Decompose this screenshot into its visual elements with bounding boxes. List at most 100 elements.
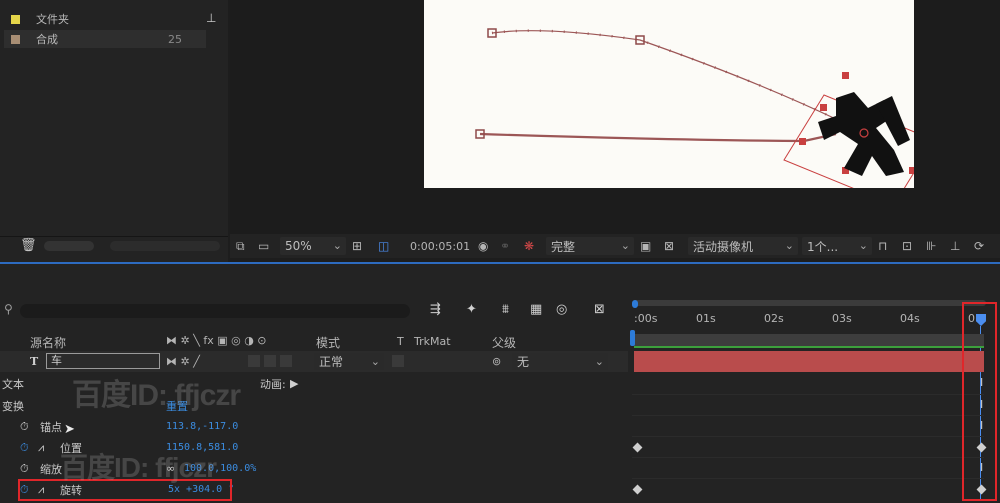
camera-dropdown[interactable]: 活动摄像机 ⌄ [688,237,798,255]
camera-value: 活动摄像机 [693,239,754,254]
camera-snapshot-icon[interactable]: ◉ [478,234,488,258]
switches-header-icons: ⧓ ✲ ╲ fx ▣ ◎ ◑ ⊙ [166,334,267,347]
project-item-label: 文件夹 [36,13,69,26]
blend-mode-dropdown[interactable]: 正常 ⌄ [314,353,384,370]
preview-icon[interactable]: ⧉ [236,234,245,258]
project-item-comp[interactable]: 合成 25 [4,30,206,48]
resolution-dropdown[interactable]: 完整 ⌄ [546,237,634,255]
zoom-value: 50% [285,239,312,253]
mask-toggle-icon[interactable]: ◫ [378,234,389,258]
graph-editor-icon[interactable]: ⊠ [594,302,605,317]
layer-column-header: 源名称 ⧓ ✲ ╲ fx ▣ ◎ ◑ ⊙ 模式 T TrkMat 父级 [0,333,628,352]
zoom-dropdown[interactable]: 50% ⌄ [280,237,346,255]
reset-exposure-icon[interactable]: ⊓ [878,234,887,258]
parent-header[interactable]: 父级 [492,334,516,351]
highlight-box-playhead [962,302,997,501]
track-divider [632,394,984,395]
preserve-transparency-header: T [397,335,404,348]
project-panel: 文件夹 ⊥ 合成 25 🗑 [0,0,228,262]
transparency-grid-icon[interactable]: ⊠ [664,234,674,258]
draft-3d-icon[interactable]: ✦ [466,302,477,317]
render-bar [634,346,984,348]
animate-label: 动画: [260,377,286,391]
fit-icon[interactable]: ⊞ [352,234,362,258]
time-tick: 04s [900,312,920,325]
text-layer-glyph[interactable] [818,92,910,176]
folder-color-swatch [11,14,20,24]
hierarchy-icon[interactable]: ⊥ [206,11,216,25]
graph-icon[interactable]: ⩘ [38,441,44,455]
views-dropdown[interactable]: 1个... ⌄ [802,237,872,255]
time-tick: 02s [764,312,784,325]
timeline-icon[interactable]: ⊪ [926,234,936,258]
trash-icon[interactable]: 🗑 [20,238,37,253]
stopwatch-icon[interactable]: ⏱ [20,420,29,434]
stopwatch-icon[interactable]: ⏱ [20,462,29,476]
switch-box[interactable] [248,355,260,367]
composition-duration-bar [634,334,984,346]
monitor-icon[interactable]: ▭ [258,234,269,258]
fast-preview-icon[interactable]: ⊡ [902,234,912,258]
preserve-transparency-checkbox[interactable] [392,355,404,367]
project-scrollbar-track[interactable] [110,241,220,251]
source-name-header[interactable]: 源名称 [30,334,66,351]
parent-dropdown[interactable]: 无 ⌄ [512,353,608,370]
motion-path-overlay [475,28,937,206]
project-item-label: 合成 [36,33,58,46]
scale-label: 缩放 [40,462,62,476]
project-item-folder[interactable]: 文件夹 [4,10,206,28]
pick-whip-icon[interactable]: ⊚ [492,355,501,368]
comp-color-swatch [11,34,20,44]
layer-name-field[interactable]: 车 [46,353,160,369]
animate-play-icon[interactable]: ▶ [290,377,298,390]
switch-box[interactable] [264,355,276,367]
time-ruler[interactable] [632,300,990,332]
resolution-value: 完整 [551,239,576,254]
watermark: 百度ID: ffjczr [60,452,217,483]
text-group-label: 文本 [2,377,24,391]
track-divider [632,457,984,458]
time-tick: :00s [634,312,658,325]
blend-mode-value: 正常 [319,355,344,369]
anchor-point-label: 锚点 [40,420,62,434]
frame-blending-icon[interactable]: ▦ [530,302,542,317]
flowchart-icon[interactable]: ⊥ [950,234,960,258]
composition-canvas[interactable] [424,0,937,206]
layer-duration-bar[interactable] [634,351,984,372]
mouse-cursor-icon: ➤ [64,422,75,437]
motion-blur-icon[interactable]: ◎ [556,302,567,317]
work-area-bar[interactable] [634,300,986,306]
project-item-count: 25 [168,32,182,46]
views-value: 1个... [807,239,839,254]
text-layer-icon: T [30,355,39,368]
show-snapshot-icon[interactable]: ⚭ [500,234,510,258]
project-footer: 🗑 [0,236,228,257]
stopwatch-active-icon[interactable]: ⏱ [20,441,29,455]
trkmat-header[interactable]: TrkMat [414,335,451,348]
watermark: 百度ID: ffjczr [72,379,241,412]
track-divider [632,436,984,437]
current-timecode[interactable]: 0:00:05:01 [410,234,470,258]
in-point-marker[interactable] [630,330,635,346]
work-area-start[interactable] [632,300,638,308]
layer-switches[interactable]: ⧓ ✲ ╱ [166,355,200,368]
search-icon[interactable]: ⚲ [4,302,13,316]
composition-mini-flowchart-icon[interactable]: ⇶ [430,302,441,317]
shy-layers-icon[interactable]: ⩩ [502,302,509,317]
anchor-point-value[interactable]: 113.8,-117.0 [166,421,238,432]
anchor-point-row[interactable]: ⏱ 锚点 ➤ 113.8,-117.0 [0,416,628,438]
channel-icon[interactable]: ❋ [524,234,534,258]
layer-search-input[interactable] [20,304,410,318]
time-tick: 03s [832,312,852,325]
mode-header[interactable]: 模式 [316,334,340,351]
layer-row[interactable]: T 车 ⧓ ✲ ╱ 正常 ⌄ ⊚ 无 ⌄ [0,351,628,372]
time-tick: 01s [696,312,716,325]
region-of-interest-icon[interactable]: ▣ [640,234,651,258]
project-scrollbar[interactable] [44,241,94,251]
track-divider [632,415,984,416]
transform-group-label: 变换 [2,399,24,413]
track-divider [632,478,984,479]
switch-box[interactable] [280,355,292,367]
parent-value: 无 [517,355,530,369]
exposure-icon[interactable]: ⟳ [974,234,984,258]
